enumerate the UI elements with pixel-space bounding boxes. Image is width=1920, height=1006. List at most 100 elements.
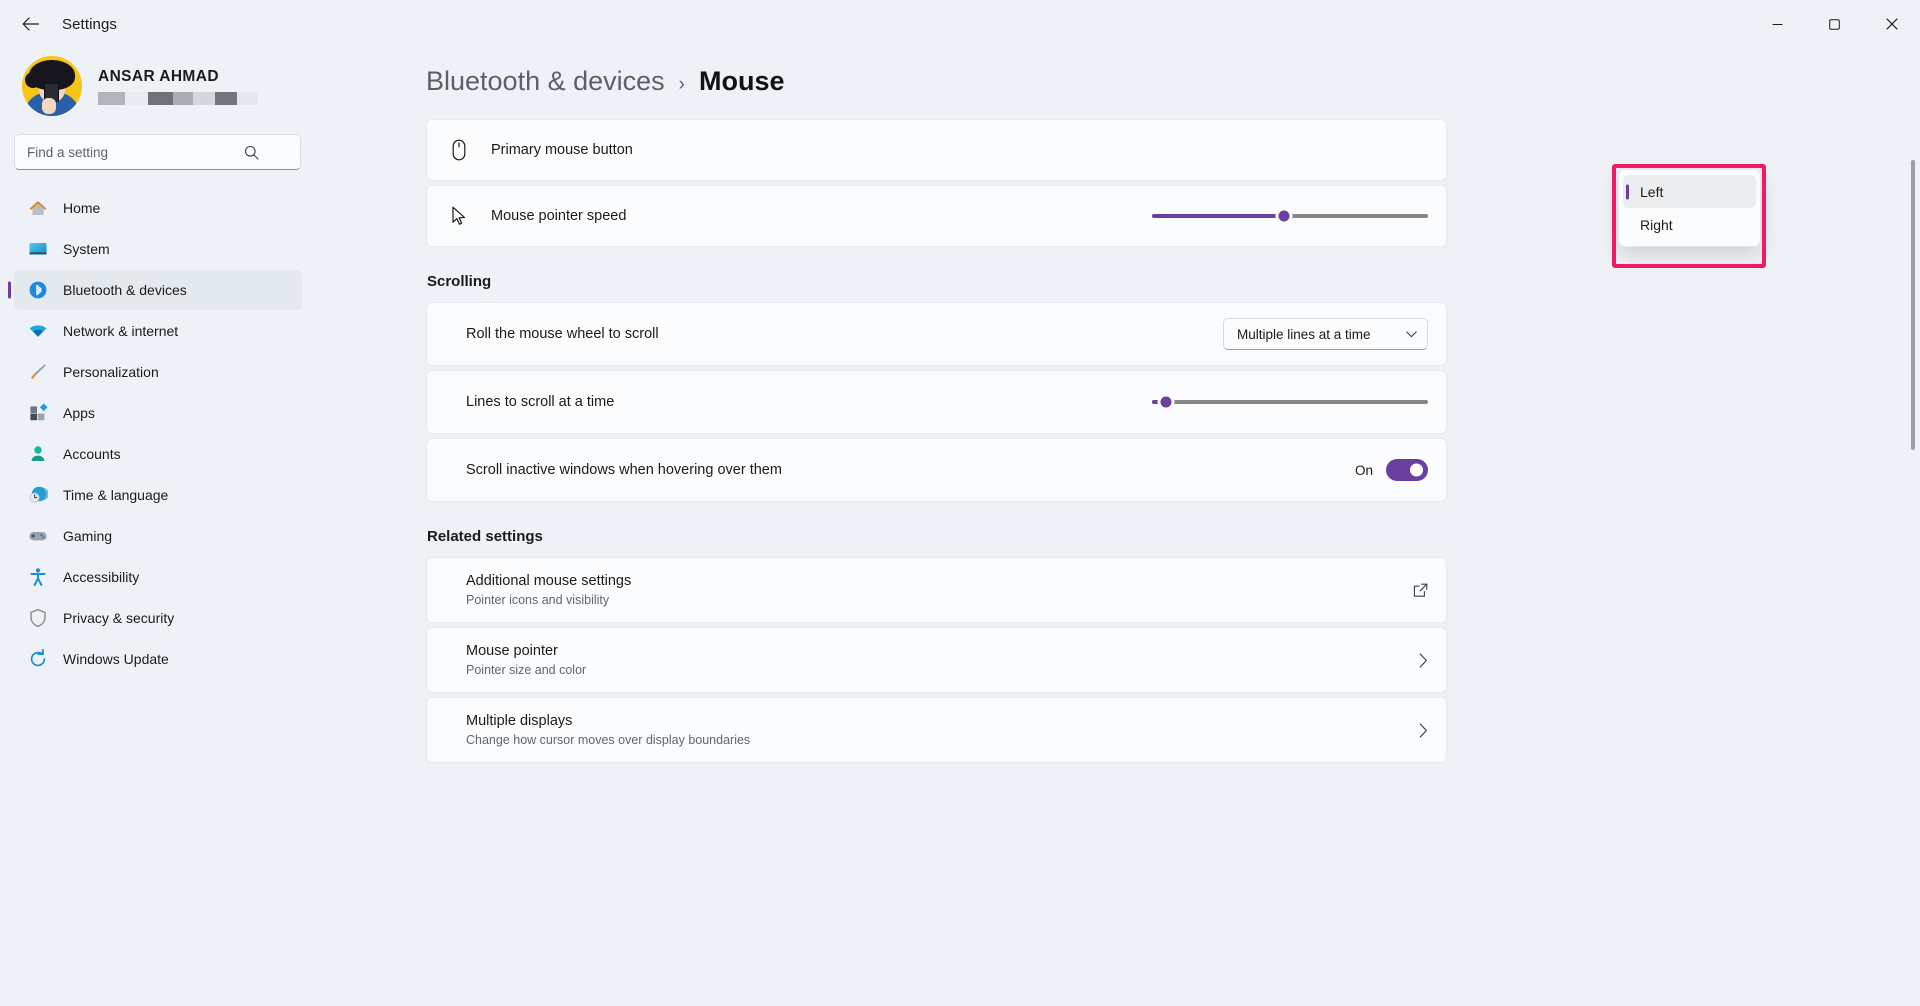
setting-additional-mouse-settings[interactable]: Additional mouse settings Pointer icons …	[426, 557, 1447, 623]
sidebar-item-label: Bluetooth & devices	[63, 282, 187, 298]
sidebar-item-label: Accounts	[63, 446, 121, 462]
home-icon	[28, 198, 48, 218]
external-link-icon[interactable]	[1413, 583, 1428, 598]
dropdown-option-label: Left	[1640, 183, 1664, 200]
setting-label: Mouse pointer speed	[491, 208, 627, 224]
mouse-icon	[447, 138, 471, 162]
sidebar-item-label: Personalization	[63, 364, 159, 380]
setting-mouse-pointer-speed[interactable]: Mouse pointer speed	[426, 185, 1447, 247]
setting-title: Additional mouse settings	[466, 573, 632, 589]
arrow-left-icon	[22, 17, 39, 31]
sidebar-item-accounts[interactable]: Accounts	[14, 434, 302, 474]
system-monitor-icon	[28, 239, 48, 259]
sidebar-item-personalization[interactable]: Personalization	[14, 352, 302, 392]
sidebar: ANSAR AHMAD Find a setting Home System B…	[0, 48, 320, 1006]
toggle-knob	[1410, 463, 1423, 477]
close-icon	[1885, 18, 1898, 30]
setting-subtitle: Pointer size and color	[466, 663, 587, 677]
setting-label: Scroll inactive windows when hovering ov…	[466, 462, 782, 478]
sidebar-item-windows-update[interactable]: Windows Update	[14, 639, 302, 679]
sidebar-item-home[interactable]: Home	[14, 188, 302, 228]
window-title: Settings	[62, 15, 117, 33]
breadcrumb: Bluetooth & devices › Mouse	[426, 48, 1920, 119]
cursor-arrow-icon	[447, 204, 471, 228]
chevron-down-icon	[1406, 330, 1417, 337]
minimize-button[interactable]	[1749, 0, 1806, 48]
setting-roll-mouse-wheel[interactable]: Roll the mouse wheel to scroll Multiple …	[426, 302, 1447, 366]
minimize-icon	[1772, 23, 1783, 25]
sidebar-item-system[interactable]: System	[14, 229, 302, 269]
avatar	[22, 56, 82, 116]
setting-primary-mouse-button[interactable]: Primary mouse button	[426, 119, 1447, 181]
dropdown-option-right[interactable]: Right	[1623, 208, 1756, 241]
maximize-button[interactable]	[1806, 0, 1863, 48]
profile-name: ANSAR AHMAD	[98, 67, 219, 85]
search-box[interactable]	[14, 134, 302, 170]
sidebar-item-bluetooth-devices[interactable]: Bluetooth & devices	[14, 270, 302, 310]
slider-fill	[1152, 214, 1285, 218]
slider-thumb[interactable]	[1160, 396, 1172, 408]
sidebar-item-label: Gaming	[63, 528, 113, 544]
apps-icon	[28, 403, 48, 423]
search-icon[interactable]	[242, 143, 260, 161]
sidebar-item-label: Accessibility	[63, 569, 140, 585]
person-icon	[28, 444, 48, 464]
scroll-inactive-toggle-group[interactable]: On	[1355, 459, 1428, 481]
section-heading-related: Related settings	[427, 528, 543, 545]
accessibility-icon	[28, 567, 48, 587]
chevron-right-icon[interactable]	[1419, 722, 1428, 738]
close-button[interactable]	[1863, 0, 1920, 48]
setting-scroll-inactive-windows[interactable]: Scroll inactive windows when hovering ov…	[426, 438, 1447, 502]
gamepad-icon	[28, 526, 48, 546]
sidebar-item-label: Network & internet	[63, 323, 179, 339]
sidebar-item-label: Apps	[63, 405, 95, 421]
mouse-pointer-speed-slider[interactable]	[1152, 205, 1428, 227]
sidebar-item-time-language[interactable]: Time & language	[14, 475, 302, 515]
sidebar-item-apps[interactable]: Apps	[14, 393, 302, 433]
primary-mouse-button-dropdown[interactable]: Left Right	[1618, 169, 1761, 247]
dropdown-option-label: Right	[1640, 216, 1673, 233]
setting-label: Lines to scroll at a time	[466, 394, 615, 410]
main-content: Bluetooth & devices › Mouse Primary mous…	[320, 48, 1920, 1006]
sidebar-item-network-internet[interactable]: Network & internet	[14, 311, 302, 351]
page-title: Mouse	[698, 66, 785, 96]
user-profile[interactable]: ANSAR AHMAD	[14, 48, 302, 130]
slider-track	[1152, 400, 1428, 404]
wifi-icon	[28, 321, 48, 341]
chevron-right-icon[interactable]	[1419, 652, 1428, 668]
update-icon	[28, 649, 48, 669]
sidebar-item-label: Privacy & security	[63, 610, 175, 626]
title-bar: Settings	[0, 0, 1920, 48]
sidebar-item-label: Windows Update	[63, 651, 169, 667]
setting-mouse-pointer[interactable]: Mouse pointer Pointer size and color	[426, 627, 1447, 693]
setting-subtitle: Pointer icons and visibility	[466, 593, 610, 607]
breadcrumb-separator: ›	[678, 74, 685, 95]
shield-icon	[28, 608, 48, 628]
setting-title: Mouse pointer	[466, 643, 558, 659]
sidebar-item-gaming[interactable]: Gaming	[14, 516, 302, 556]
scroll-inactive-toggle[interactable]	[1386, 459, 1428, 481]
maximize-icon	[1829, 18, 1840, 30]
main-scrollbar[interactable]	[1909, 160, 1917, 1006]
setting-lines-to-scroll[interactable]: Lines to scroll at a time	[426, 370, 1447, 434]
clock-globe-icon	[28, 485, 48, 505]
body: ANSAR AHMAD Find a setting Home System B…	[0, 48, 1920, 1006]
section-heading-scrolling: Scrolling	[427, 273, 492, 290]
back-button[interactable]	[10, 8, 50, 40]
settings-window: Settings ANSAR AHMAD Find a setting Home…	[0, 0, 1920, 1006]
breadcrumb-parent[interactable]: Bluetooth & devices	[426, 66, 665, 97]
slider-thumb[interactable]	[1278, 210, 1290, 222]
bluetooth-icon	[28, 280, 48, 300]
sidebar-item-label: Time & language	[63, 487, 169, 503]
setting-label: Roll the mouse wheel to scroll	[466, 326, 659, 342]
scroll-mode-combobox[interactable]: Multiple lines at a time	[1223, 318, 1428, 350]
toggle-state-label: On	[1354, 462, 1373, 478]
setting-label: Primary mouse button	[491, 142, 633, 158]
sidebar-item-privacy-security[interactable]: Privacy & security	[14, 598, 302, 638]
dropdown-option-left[interactable]: Left	[1623, 175, 1756, 208]
scroll-mode-value: Multiple lines at a time	[1237, 326, 1371, 342]
setting-multiple-displays[interactable]: Multiple displays Change how cursor move…	[426, 697, 1447, 763]
sidebar-item-accessibility[interactable]: Accessibility	[14, 557, 302, 597]
lines-to-scroll-slider[interactable]	[1152, 391, 1428, 413]
scrollbar-thumb[interactable]	[1911, 160, 1915, 450]
